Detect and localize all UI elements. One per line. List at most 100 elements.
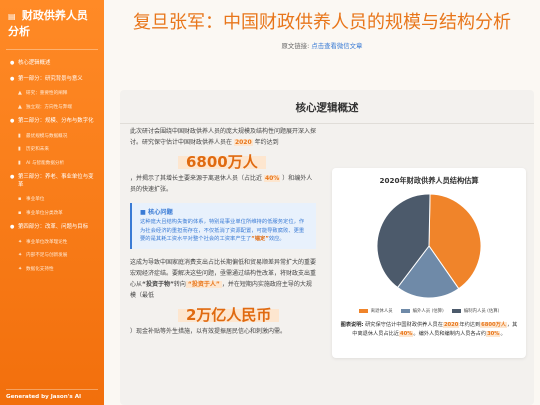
legend-swatch bbox=[451, 309, 461, 313]
sidebar-item-5[interactable]: ▮ 最优规模与数据概况 bbox=[0, 130, 104, 144]
chart-title: 2020年财政供养人员结构估算 bbox=[379, 176, 479, 185]
note-total: 6800万人 bbox=[480, 322, 507, 328]
chart-icon: ▮ bbox=[18, 159, 21, 166]
legend-swatch bbox=[400, 309, 410, 313]
core-issue-title: ■ 核心问题 bbox=[140, 208, 308, 218]
sidebar-item-label: 最优规模与数据概况 bbox=[26, 133, 68, 139]
main-content: 复旦张军：中国财政供养人员的规模与结构分析 原文链接: 点击查看微信文章 核心逻… bbox=[104, 0, 540, 405]
core-text-2: 效应。 bbox=[268, 236, 285, 242]
big-number-6800: 6800万人 bbox=[178, 155, 266, 170]
sidebar-footer: Generated by Jason's AI bbox=[6, 389, 98, 405]
core-title-text: 核心问题 bbox=[148, 209, 173, 216]
note-2: 年约达到 bbox=[459, 322, 481, 328]
sidebar-item-4[interactable]: ● 第二部分：规模、分布与数字化 bbox=[0, 114, 104, 130]
invest-things: “投资于物” bbox=[142, 280, 174, 288]
note-1: 研究保守估计中国财政供养人员在 bbox=[365, 322, 443, 328]
sidebar-item-14[interactable]: ✦ 数据化支持性 bbox=[0, 263, 104, 277]
year-highlight: 2020 bbox=[233, 139, 253, 146]
sidebar-item-10[interactable]: ▪ 事业单位分类改革 bbox=[0, 207, 104, 221]
legend-label: 编外人员 (估算) bbox=[412, 309, 444, 314]
sidebar-item-label: AI 与智能数据分析 bbox=[26, 160, 65, 166]
sidebar-divider bbox=[6, 49, 98, 50]
sidebar-item-0[interactable]: ● 核心逻辑概述 bbox=[0, 56, 104, 72]
note-pct2: 30% bbox=[486, 330, 501, 337]
doc-icon: ▪ bbox=[18, 209, 22, 216]
pie-chart bbox=[376, 193, 482, 299]
note-year: 2020 bbox=[442, 322, 460, 328]
source-line: 原文链接: 点击查看微信文章 bbox=[104, 41, 540, 50]
paragraph-2: ，并揭示了其增长主要来源于离退休人员（占比近 40% ）和编外人员的快速扩张。 bbox=[130, 173, 316, 195]
p1-end: 年约达到 bbox=[254, 139, 279, 146]
note-pct: 40% bbox=[399, 330, 414, 337]
p3-mid: 转向 bbox=[173, 280, 186, 288]
big-number-2trillion: 2万亿人民币 bbox=[178, 307, 280, 322]
info-icon: ■ bbox=[140, 209, 146, 216]
sidebar-item-label: 第二部分：规模、分布与数字化 bbox=[18, 118, 94, 124]
pin-icon: ● bbox=[10, 118, 15, 124]
source-link[interactable]: 点击查看微信文章 bbox=[311, 42, 362, 50]
sidebar-item-7[interactable]: ▮ AI 与智能数据分析 bbox=[0, 157, 104, 171]
person-icon: ▲ bbox=[18, 103, 22, 110]
sidebar-item-label: 事业单位分类改革 bbox=[26, 210, 63, 216]
core-issue-box: ■ 核心问题 这种庞大且结构失衡的体系，特别是事业单位所维持的低服务定位，作为社… bbox=[130, 203, 316, 249]
note-4: 。编外人员和编制内人员各占约 bbox=[413, 330, 487, 337]
pin-icon: ● bbox=[10, 60, 15, 66]
pct-highlight: 40% bbox=[263, 175, 281, 182]
chart-legend: 离退休人员 编外人员 (估算) 编制内人员 (估算) bbox=[332, 308, 526, 317]
sidebar-item-label: 数据化支持性 bbox=[26, 266, 54, 272]
sidebar-item-label: 第四部分：改革、问题与目标 bbox=[18, 224, 89, 230]
sidebar-item-1[interactable]: ● 第一部分：研究背景与意义 bbox=[0, 72, 104, 88]
sidebar: ▤ 财政供养人员分析 ● 核心逻辑概述 ● 第一部分：研究背景与意义 ▲ 研究：重要性的阐… bbox=[0, 0, 104, 405]
anchor-highlight: “锚定” bbox=[251, 236, 269, 242]
source-prefix: 原文链接: bbox=[281, 42, 310, 50]
sidebar-item-3[interactable]: ▲ 独立观：方向性与弊端 bbox=[0, 101, 104, 115]
section-title: 核心逻辑概述 bbox=[295, 102, 359, 114]
gear-icon: ✦ bbox=[18, 265, 23, 272]
note-label: 图表说明: bbox=[340, 322, 364, 328]
gear-icon: ✦ bbox=[18, 238, 23, 245]
page-title: 复旦张军：中国财政供养人员的规模与结构分析 bbox=[133, 12, 511, 33]
sidebar-item-label: 历史和未来 bbox=[26, 147, 49, 152]
sidebar-item-label: 研究：重要性的阐释 bbox=[26, 91, 68, 96]
pin-icon: ● bbox=[10, 174, 15, 180]
sidebar-item-label: 第一部分：研究背景与意义 bbox=[18, 75, 83, 82]
sidebar-nav: ● 核心逻辑概述 ● 第一部分：研究背景与意义 ▲ 研究：重要性的阐释 ▲ 独立观：方向性与弊… bbox=[0, 56, 104, 276]
paragraph-3: 这成为导致中国家庭消费支出占比长期偏低和贸易顺差异常扩大的重要宏观经济症结。要解… bbox=[130, 257, 316, 301]
p1-text: 此次研讨会围绕中国财政供养人员的庞大规模及结构性问题展开深入探讨。研究保守估计中… bbox=[130, 128, 317, 146]
sidebar-item-11[interactable]: ● 第四部分：改革、问题与目标 bbox=[0, 220, 104, 236]
invest-people: “投资于人” bbox=[185, 280, 222, 288]
section-divider bbox=[120, 123, 534, 124]
core-issue-text: 这种庞大且结构失衡的体系，特别是事业单位所维持的低服务定位，作为社会经济的重担而… bbox=[140, 218, 308, 244]
paragraph-1: 此次研讨会围绕中国财政供养人员的庞大规模及结构性问题展开深入探讨。研究保守估计中… bbox=[130, 126, 316, 148]
sidebar-item-2[interactable]: ▲ 研究：重要性的阐释 bbox=[0, 87, 104, 101]
sidebar-item-label: 核心逻辑概述 bbox=[18, 60, 51, 66]
pin-icon: ● bbox=[10, 75, 15, 82]
paragraph-4: ）现金补贴等外生措施，以有效提振居民信心和刺激内需。 bbox=[130, 327, 287, 335]
chart-icon: ▮ bbox=[18, 146, 21, 152]
legend-swatch bbox=[358, 309, 368, 313]
sidebar-item-label: 内部不足与创新发展 bbox=[26, 253, 68, 258]
doc-icon: ▪ bbox=[18, 196, 22, 202]
sidebar-item-label: 独立观：方向性与弊端 bbox=[26, 104, 72, 110]
legend-label: 编制内人员 (估算) bbox=[463, 309, 500, 314]
legend-item-1: 编外人员 (估算) bbox=[400, 308, 444, 314]
chart-note: 图表说明: 研究保守估计中国财政供养人员在2020年约达到6800万人，其中离退… bbox=[332, 317, 526, 338]
sidebar-item-label: 第三部分：养老、事业单位与变革 bbox=[18, 174, 94, 188]
sidebar-item-13[interactable]: ✦ 内部不足与创新发展 bbox=[0, 249, 104, 263]
pie-chart-card: 2020年财政供养人员结构估算 离退休人员 编外人员 (估算) 编制内人员 (估算)… bbox=[332, 168, 526, 358]
overview-card: 核心逻辑概述 此次研讨会围绕中国财政供养人员的庞大规模及结构性问题展开深入探讨。… bbox=[120, 90, 534, 405]
overview-text: 此次研讨会围绕中国财政供养人员的庞大规模及结构性问题展开深入探讨。研究保守估计中… bbox=[130, 126, 316, 341]
list-icon: ▤ bbox=[8, 12, 16, 21]
p2-start: ，并揭示了其增长主要来源于离退休人员（占比近 bbox=[130, 175, 263, 182]
sidebar-item-9[interactable]: ▪ 事业单位 bbox=[0, 193, 104, 207]
sidebar-item-12[interactable]: ✦ 事业单位改革理论性 bbox=[0, 236, 104, 250]
legend-label: 离退休人员 bbox=[370, 309, 393, 314]
note-5: 。 bbox=[500, 330, 506, 337]
sidebar-item-8[interactable]: ● 第三部分：养老、事业单位与变革 bbox=[0, 170, 104, 193]
chart-icon: ▮ bbox=[18, 132, 21, 139]
legend-item-0: 离退休人员 bbox=[358, 308, 393, 314]
sidebar-item-label: 事业单位 bbox=[26, 197, 45, 202]
sidebar-item-6[interactable]: ▮ 历史和未来 bbox=[0, 143, 104, 157]
sidebar-item-label: 事业单位改革理论性 bbox=[26, 239, 68, 245]
pin-icon: ● bbox=[10, 224, 15, 230]
